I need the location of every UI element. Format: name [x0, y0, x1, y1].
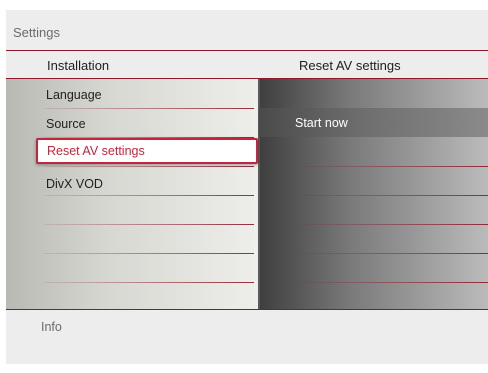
menu-panel: [6, 79, 258, 309]
info-label: Info: [41, 320, 62, 334]
breadcrumb-installation: Installation: [47, 58, 110, 73]
menu-item-label: Reset AV settings: [47, 144, 145, 158]
breadcrumb-reset-av-settings: Reset AV settings: [299, 58, 401, 73]
row-divider: [44, 224, 254, 225]
row-divider: [44, 253, 254, 254]
row-divider: [299, 195, 488, 196]
footer-divider: [6, 309, 488, 310]
row-divider: [299, 253, 488, 254]
menu-item-reset-av-settings[interactable]: Reset AV settings: [36, 138, 258, 164]
menu-item-source[interactable]: Source: [46, 117, 86, 131]
row-divider: [44, 195, 254, 196]
submenu-item-start-now[interactable]: Start now: [259, 108, 488, 137]
row-divider: [44, 282, 254, 283]
header-divider-top: [6, 50, 488, 51]
row-divider: [44, 108, 254, 109]
page-title: Settings: [13, 25, 60, 40]
row-divider: [44, 166, 254, 167]
row-divider: [299, 224, 488, 225]
menu-item-divx-vod[interactable]: DivX VOD: [46, 177, 103, 191]
submenu-item-label: Start now: [295, 116, 348, 130]
row-divider: [299, 166, 488, 167]
menu-item-language[interactable]: Language: [46, 88, 102, 102]
row-divider: [299, 282, 488, 283]
